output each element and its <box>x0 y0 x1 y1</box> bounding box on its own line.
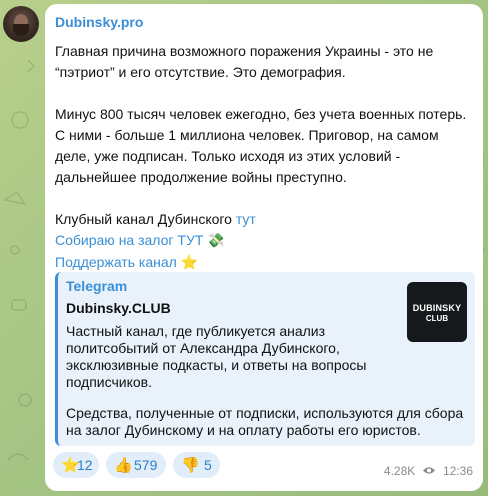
channel-avatar[interactable] <box>3 6 39 42</box>
money-wings-icon: 💸 <box>207 233 225 249</box>
preview-thumbnail[interactable]: DUBINSKY CLUB <box>407 282 467 342</box>
message-paragraph-2: Минус 800 тысяч человек ежегодно, без уч… <box>55 106 467 185</box>
preview-title: Dubinsky.CLUB <box>66 300 171 316</box>
thumbnail-logo-line-1: DUBINSKY <box>412 303 462 313</box>
reaction-star[interactable]: ⭐ 12 <box>53 452 99 478</box>
star-icon: ⭐ <box>180 255 199 271</box>
club-line: Клубный канал Дубинского тут <box>55 209 475 230</box>
link-preview[interactable]: Telegram Dubinsky.CLUB Частный канал, гд… <box>55 272 475 446</box>
message-meta: 4.28K 12:36 <box>384 463 473 478</box>
bail-line: Собираю на залог ТУТ 💸 <box>55 230 475 252</box>
reaction-thumbs-up[interactable]: 👍 579 <box>106 452 166 478</box>
thumbs-down-icon: 👎 <box>181 456 200 474</box>
thumbnail-logo-line-2: CLUB <box>425 314 449 323</box>
channel-name[interactable]: Dubinsky.pro <box>55 14 143 30</box>
message-bubble: Dubinsky.pro Главная причина возможного … <box>45 4 483 491</box>
bail-link[interactable]: Собираю на залог ТУТ <box>55 232 203 248</box>
message-text: Главная причина возможного поражения Укр… <box>55 41 475 274</box>
message-paragraph-1: Главная причина возможного поражения Укр… <box>55 43 434 80</box>
reaction-thumbs-down[interactable]: 👎 5 <box>173 452 220 478</box>
avatar-beard <box>13 24 29 36</box>
support-line: Поддержать канал ⭐ <box>55 252 475 274</box>
view-count: 4.28K <box>383 463 416 478</box>
preview-source: Telegram <box>66 278 128 294</box>
club-link[interactable]: тут <box>236 211 256 227</box>
preview-description: Частный канал, где публикуется анализ по… <box>66 323 367 390</box>
eye-icon <box>422 467 435 475</box>
preview-description-2: Средства, полученные от подписки, исполь… <box>66 405 464 438</box>
reaction-count: 12 <box>77 457 93 473</box>
thumbs-up-icon: 👍 <box>114 456 133 474</box>
support-link[interactable]: Поддержать канал <box>55 254 177 270</box>
message-time: 12:36 <box>442 463 473 478</box>
club-text: Клубный канал Дубинского <box>55 211 236 227</box>
reaction-count: 579 <box>134 457 158 473</box>
reaction-count: 5 <box>204 457 212 473</box>
